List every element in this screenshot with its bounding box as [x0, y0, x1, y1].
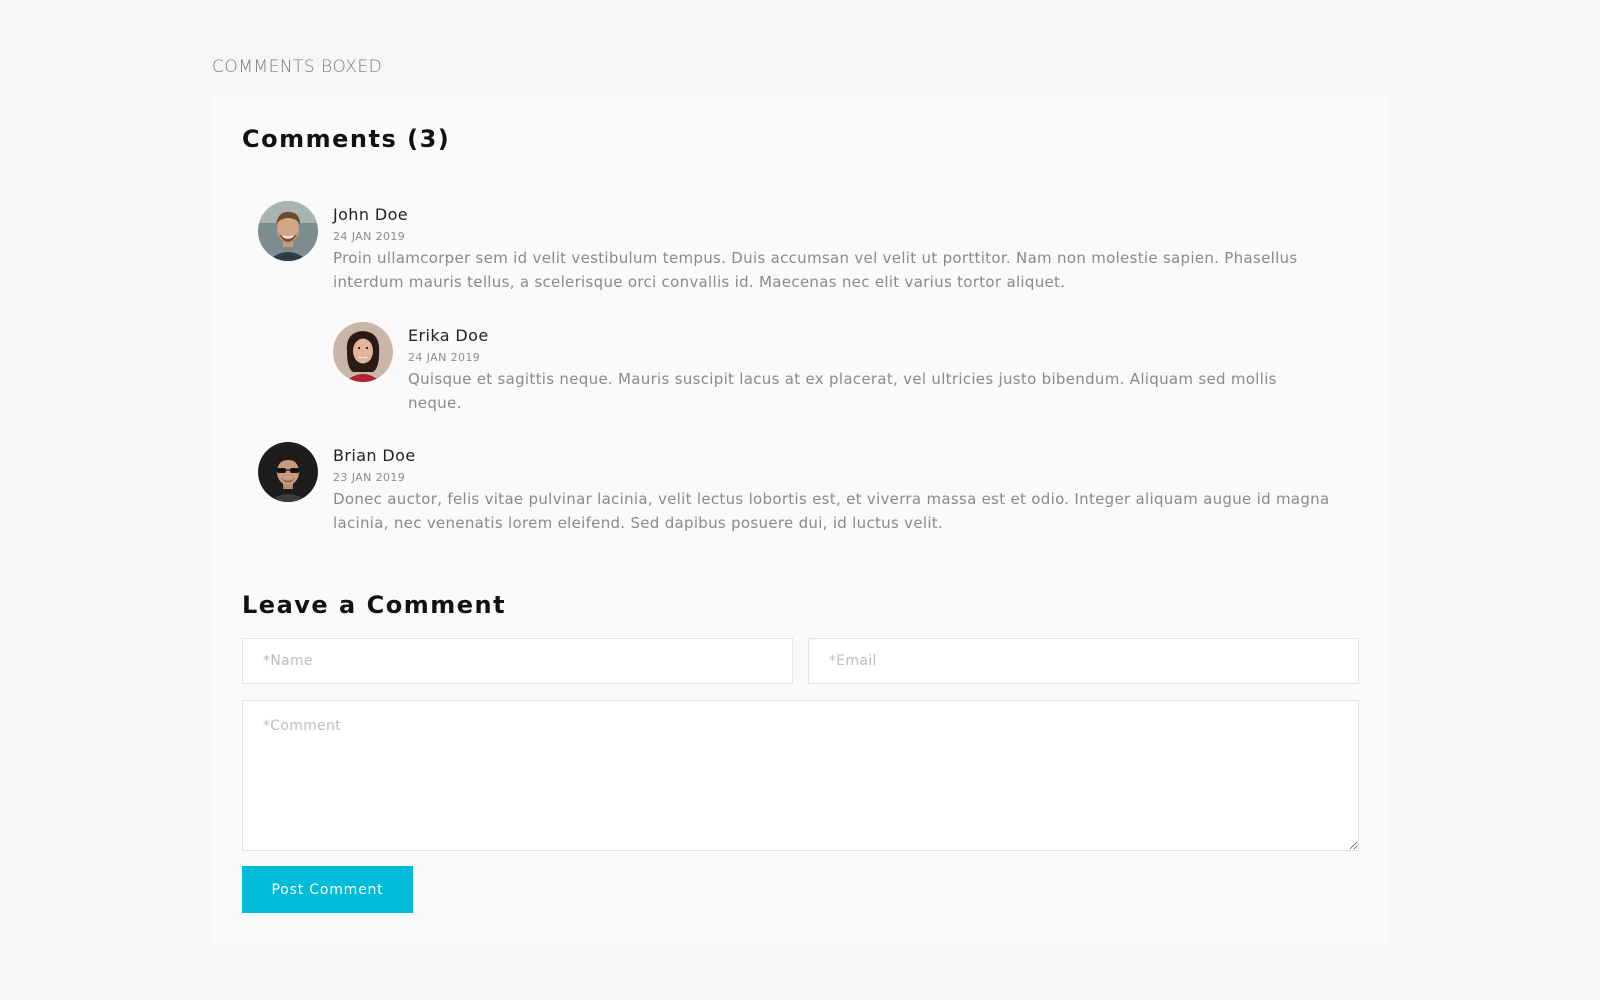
comment-author: John Doe: [333, 205, 409, 224]
section-label: COMMENTS BOXED: [212, 57, 383, 77]
email-input[interactable]: [808, 638, 1359, 684]
comment-textarea[interactable]: [242, 700, 1359, 851]
avatar[interactable]: [333, 322, 393, 382]
comments-title: Comments (3): [242, 125, 451, 153]
comment-reply-item: Erika Doe 24 JAN 2019 Quisque et sagitti…: [333, 322, 1333, 415]
comment-item: Brian Doe 23 JAN 2019 Donec auctor, feli…: [258, 442, 1333, 535]
comment-author: Brian Doe: [333, 446, 416, 465]
avatar[interactable]: [258, 201, 318, 261]
name-input[interactable]: [242, 638, 793, 684]
avatar[interactable]: [258, 442, 318, 502]
comment-item: John Doe 24 JAN 2019 Proin ullamcorper s…: [258, 201, 1323, 294]
comment-date: 24 JAN 2019: [333, 230, 406, 243]
post-comment-button[interactable]: Post Comment: [242, 866, 413, 913]
comment-text: Donec auctor, felis vitae pulvinar lacin…: [333, 490, 1330, 532]
comment-text: Proin ullamcorper sem id velit vestibulu…: [333, 249, 1298, 291]
comment-author: Erika Doe: [408, 326, 489, 345]
comment-date: 24 JAN 2019: [408, 351, 481, 364]
comments-card: Comments (3) John Doe 24 JAN 2019 Proin …: [212, 97, 1388, 944]
leave-comment-title: Leave a Comment: [242, 591, 507, 619]
comment-text: Quisque et sagittis neque. Mauris suscip…: [408, 370, 1277, 412]
comment-date: 23 JAN 2019: [333, 471, 406, 484]
